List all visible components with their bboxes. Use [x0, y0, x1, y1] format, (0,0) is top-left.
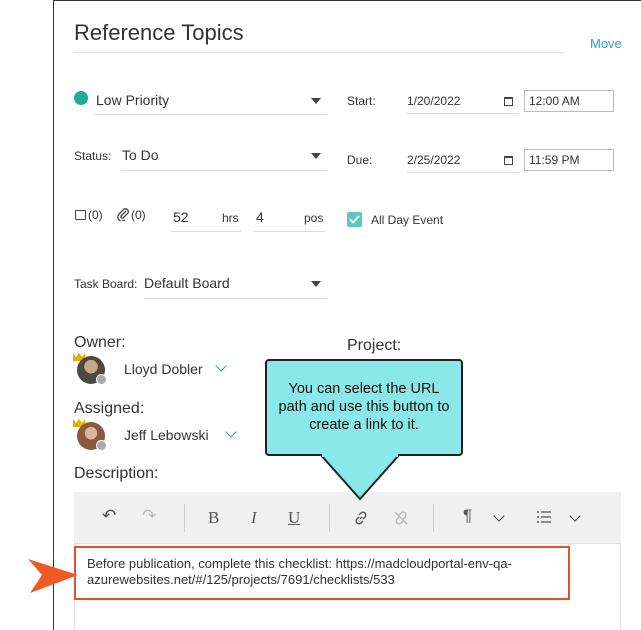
due-date-field[interactable]: 2/25/2022 — [407, 153, 460, 167]
pos-underline — [254, 231, 325, 232]
all-day-label: All Day Event — [371, 213, 444, 227]
due-date-underline — [407, 172, 519, 173]
presence-dot — [96, 440, 107, 451]
start-date-underline — [407, 113, 519, 114]
chevron-down-icon — [311, 281, 321, 287]
underline-button[interactable]: U — [288, 508, 300, 528]
status-select[interactable]: To Do — [122, 139, 327, 169]
priority-underline — [94, 114, 327, 115]
toolbar-divider — [184, 504, 185, 532]
start-label: Start: — [347, 94, 376, 108]
chevron-down-icon[interactable] — [493, 510, 505, 522]
callout-tooltip: You can select the URL path and use this… — [265, 359, 463, 456]
paperclip-icon[interactable] — [116, 207, 130, 221]
task-board-underline — [144, 298, 327, 299]
bold-button[interactable]: B — [208, 508, 219, 528]
attachments-count: (0) — [131, 208, 146, 222]
calendar-icon[interactable] — [504, 97, 513, 106]
pos-unit: pos — [304, 211, 324, 225]
callout-pointer — [320, 454, 400, 501]
task-board-select[interactable]: Default Board — [144, 267, 327, 297]
due-label: Due: — [347, 153, 373, 167]
pos-field[interactable]: 4 pos — [254, 203, 325, 229]
pos-value: 4 — [256, 209, 264, 225]
hours-field[interactable]: 52 hrs — [171, 203, 241, 229]
hours-unit: hrs — [222, 211, 239, 225]
assigned-name[interactable]: Jeff Lebowski — [124, 427, 209, 443]
assigned-label: Assigned: — [74, 400, 145, 417]
due-time-field[interactable]: 11:59 PM — [524, 149, 614, 171]
redo-button[interactable]: ↷ — [142, 506, 156, 526]
calendar-icon[interactable] — [504, 156, 513, 165]
all-day-checkbox[interactable] — [347, 212, 362, 227]
start-date-field[interactable]: 1/20/2022 — [407, 94, 460, 108]
title-underline — [74, 52, 564, 53]
chevron-down-icon[interactable] — [569, 510, 581, 522]
project-label: Project: — [347, 337, 402, 354]
status-label: Status: — [74, 149, 112, 163]
unlink-icon[interactable] — [392, 509, 410, 527]
priority-select[interactable]: Low Priority — [94, 83, 327, 113]
description-text[interactable]: Before publication, complete this checkl… — [87, 556, 557, 588]
page-title: Reference Topics — [74, 20, 244, 45]
toolbar-divider — [329, 504, 330, 532]
presence-dot — [96, 374, 107, 385]
hours-underline — [171, 231, 241, 232]
chevron-down-icon[interactable] — [215, 360, 227, 372]
description-label: Description: — [74, 465, 159, 482]
chevron-down-icon — [311, 153, 321, 159]
start-time-field[interactable]: 12:00 AM — [524, 90, 614, 112]
owner-name[interactable]: Lloyd Dobler — [124, 361, 203, 377]
link-icon[interactable] — [352, 509, 370, 527]
status-value: To Do — [122, 147, 159, 163]
task-board-label: Task Board: — [74, 277, 138, 291]
pointer-arrow-icon — [28, 559, 78, 593]
chevron-down-icon — [311, 98, 321, 104]
comments-icon[interactable] — [75, 210, 86, 220]
owner-label: Owner: — [74, 334, 126, 351]
list-icon[interactable] — [536, 509, 552, 525]
task-board-value: Default Board — [144, 275, 230, 291]
hours-value: 52 — [173, 209, 189, 225]
move-link[interactable]: Move — [590, 36, 622, 51]
status-underline — [122, 170, 327, 171]
priority-color-dot — [74, 91, 88, 105]
toolbar-divider — [433, 504, 434, 532]
priority-value: Low Priority — [96, 92, 170, 108]
chevron-down-icon[interactable] — [225, 426, 237, 438]
task-detail-panel: Reference Topics Move Low Priority Start… — [53, 0, 641, 630]
paragraph-button[interactable]: ¶ — [463, 506, 472, 526]
undo-button[interactable]: ↶ — [102, 506, 116, 526]
comments-count: (0) — [88, 208, 103, 222]
checkmark-icon — [349, 215, 360, 224]
italic-button[interactable]: I — [251, 508, 257, 528]
